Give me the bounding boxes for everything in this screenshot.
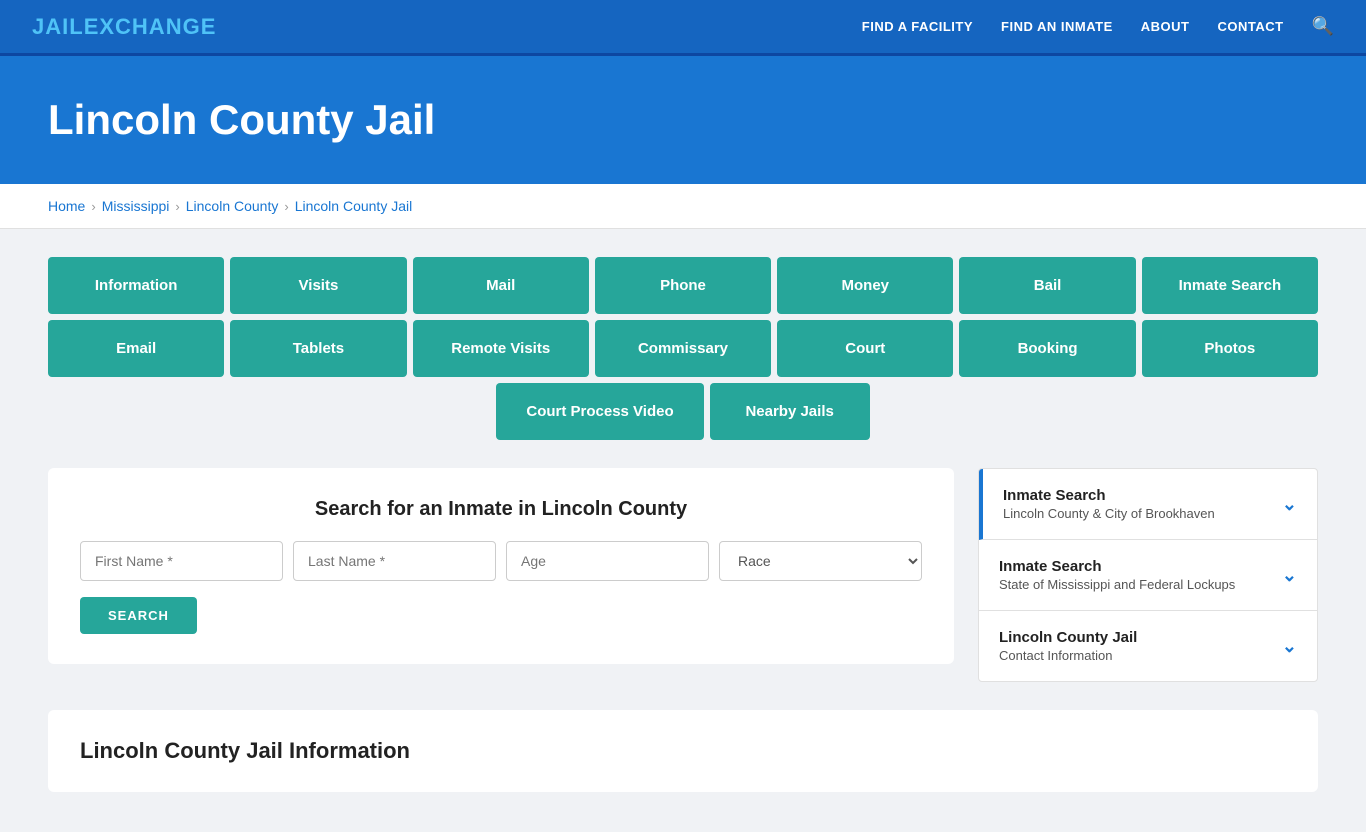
btn-row2-4[interactable]: Court [777,320,953,377]
btn-row1-5[interactable]: Bail [959,257,1135,314]
breadcrumb-sep-2: › [175,199,179,214]
nav-find-inmate[interactable]: FIND AN INMATE [1001,19,1113,34]
btn-row1-6[interactable]: Inmate Search [1142,257,1318,314]
breadcrumb-mississippi[interactable]: Mississippi [102,198,170,214]
btn-row1-3[interactable]: Phone [595,257,771,314]
btn-row1-0[interactable]: Information [48,257,224,314]
navbar: JAILEXCHANGE FIND A FACILITY FIND AN INM… [0,0,1366,56]
btn-row2-6[interactable]: Photos [1142,320,1318,377]
search-fields: RaceWhiteBlackHispanicAsianOther [80,541,922,581]
nav-contact[interactable]: CONTACT [1217,19,1283,34]
breadcrumb-home[interactable]: Home [48,198,85,214]
inmate-search-section: Search for an Inmate in Lincoln County R… [48,468,954,664]
breadcrumb-lincoln-county-jail[interactable]: Lincoln County Jail [295,198,413,214]
age-input[interactable] [506,541,709,581]
breadcrumb-sep-3: › [284,199,288,214]
main-content: InformationVisitsMailPhoneMoneyBailInmat… [0,229,1366,832]
search-title: Search for an Inmate in Lincoln County [80,498,922,521]
nav-find-facility[interactable]: FIND A FACILITY [862,19,973,34]
sidebar-item-title-2: Lincoln County Jail [999,629,1137,646]
hero-section: Lincoln County Jail [0,56,1366,184]
button-row-3: Court Process VideoNearby Jails [48,383,1318,440]
btn-row2-5[interactable]: Booking [959,320,1135,377]
site-logo[interactable]: JAILEXCHANGE [32,14,216,40]
breadcrumb-lincoln-county[interactable]: Lincoln County [186,198,279,214]
sidebar-item-2[interactable]: Lincoln County Jail Contact Information … [979,611,1317,681]
btn-row1-2[interactable]: Mail [413,257,589,314]
info-title: Lincoln County Jail Information [80,738,1286,764]
chevron-down-icon: ⌄ [1282,636,1297,657]
breadcrumb-sep-1: › [91,199,95,214]
first-name-input[interactable] [80,541,283,581]
logo-jail: JAIL [32,14,84,39]
sidebar: Inmate Search Lincoln County & City of B… [978,468,1318,682]
button-row-1: InformationVisitsMailPhoneMoneyBailInmat… [48,257,1318,314]
btn-row3-1[interactable]: Nearby Jails [710,383,870,440]
nav-links: FIND A FACILITY FIND AN INMATE ABOUT CON… [862,16,1334,37]
btn-row2-0[interactable]: Email [48,320,224,377]
last-name-input[interactable] [293,541,496,581]
chevron-down-icon: ⌄ [1282,494,1297,515]
sidebar-item-title-1: Inmate Search [999,558,1235,575]
sidebar-item-1[interactable]: Inmate Search State of Mississippi and F… [979,540,1317,611]
breadcrumb: Home › Mississippi › Lincoln County › Li… [0,184,1366,229]
sidebar-item-subtitle-0: Lincoln County & City of Brookhaven [1003,506,1215,521]
logo-exchange: EXCHANGE [84,14,217,39]
nav-about[interactable]: ABOUT [1141,19,1190,34]
page-title: Lincoln County Jail [48,96,1318,144]
btn-row2-2[interactable]: Remote Visits [413,320,589,377]
sidebar-item-subtitle-2: Contact Information [999,648,1137,663]
search-button[interactable]: SEARCH [80,597,197,634]
btn-row3-0[interactable]: Court Process Video [496,383,703,440]
two-column-layout: Search for an Inmate in Lincoln County R… [48,468,1318,682]
sidebar-item-subtitle-1: State of Mississippi and Federal Lockups [999,577,1235,592]
search-icon[interactable]: 🔍 [1312,16,1334,37]
race-select[interactable]: RaceWhiteBlackHispanicAsianOther [719,541,922,581]
chevron-down-icon: ⌄ [1282,565,1297,586]
sidebar-item-0[interactable]: Inmate Search Lincoln County & City of B… [979,469,1317,540]
sidebar-card: Inmate Search Lincoln County & City of B… [978,468,1318,682]
button-row-2: EmailTabletsRemote VisitsCommissaryCourt… [48,320,1318,377]
btn-row1-1[interactable]: Visits [230,257,406,314]
sidebar-item-title-0: Inmate Search [1003,487,1215,504]
btn-row2-3[interactable]: Commissary [595,320,771,377]
btn-row1-4[interactable]: Money [777,257,953,314]
btn-row2-1[interactable]: Tablets [230,320,406,377]
info-section: Lincoln County Jail Information [48,710,1318,792]
